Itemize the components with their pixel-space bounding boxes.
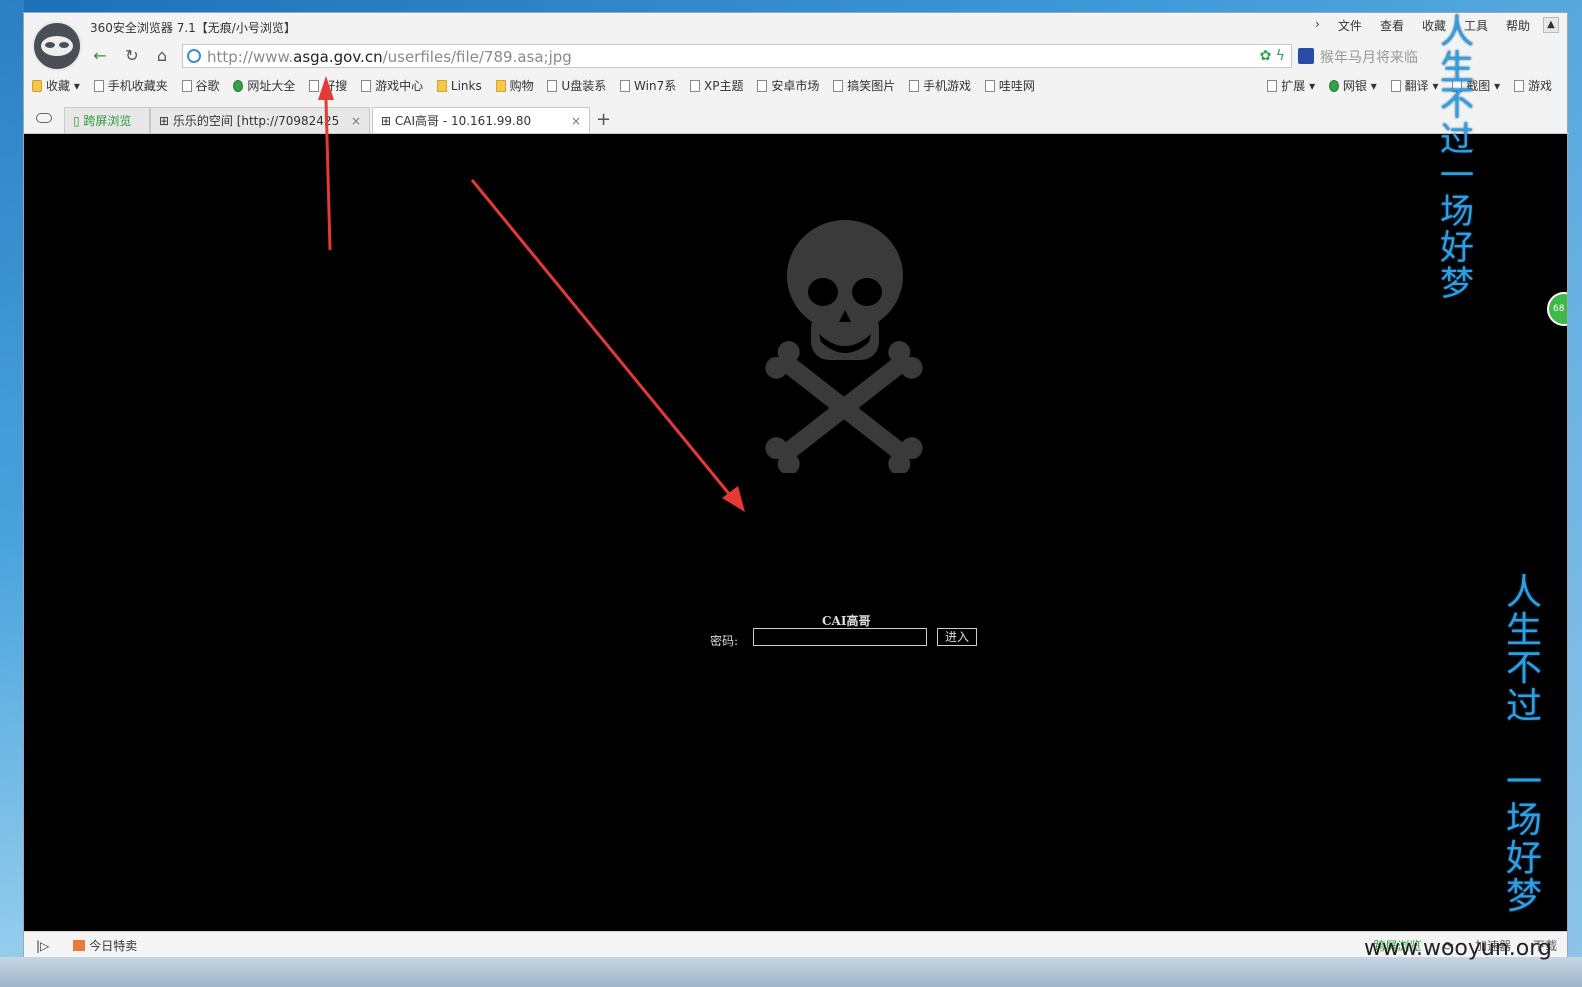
overlay-vertical-text-1: 人生不过一场好梦 — [1440, 12, 1474, 304]
close-icon[interactable]: × — [351, 108, 361, 133]
bookmark-wawa[interactable]: 哇哇网 — [984, 77, 1035, 94]
close-icon[interactable]: × — [571, 108, 581, 133]
password-label: 密码: — [710, 634, 739, 648]
menu-file[interactable]: 文件 — [1329, 17, 1371, 34]
gift-icon — [73, 940, 86, 951]
phone-icon — [93, 80, 104, 92]
chevron-right-icon[interactable]: › — [1306, 17, 1329, 34]
bookmark-haosou[interactable]: 好搜 — [309, 77, 347, 94]
cloud-icon[interactable] — [36, 113, 52, 123]
address-bar[interactable]: http://www.asga.gov.cn/userfiles/file/78… — [182, 44, 1292, 68]
bookmark-links[interactable]: Links — [436, 79, 482, 93]
browser-window: 360安全浏览器 7.1【无痕/小号浏览】 › 文件 查看 收藏 工具 帮助 ▲… — [23, 12, 1569, 957]
login-title: CAI高哥 — [822, 614, 871, 628]
daily-deals-link[interactable]: 今日特卖 — [89, 939, 137, 953]
new-tab-button[interactable]: + — [596, 107, 611, 133]
shield-icon — [1328, 80, 1339, 92]
refresh-icon[interactable]: ↻ — [120, 45, 144, 67]
url-text[interactable]: http://www.asga.gov.cn/userfiles/file/78… — [207, 48, 572, 66]
shirt-icon[interactable]: ▲ — [1543, 17, 1559, 33]
home-icon[interactable]: ⌂ — [150, 45, 174, 67]
tab-lele-space[interactable]: ⊞ 乐乐的空间 [http://70982425 × — [150, 107, 370, 133]
bookmark-favorites[interactable]: 收藏 ▾ — [32, 77, 80, 94]
bookmark-usb-install[interactable]: U盘装系 — [547, 77, 606, 94]
bookmark-game-center[interactable]: 游戏中心 — [361, 77, 423, 94]
grid-icon — [1267, 80, 1278, 92]
star-icon — [32, 80, 42, 92]
plus-icon — [233, 80, 244, 92]
translate-icon — [1390, 80, 1401, 92]
bookmark-mobile-favorites[interactable]: 手机收藏夹 — [93, 77, 168, 94]
menu-view[interactable]: 查看 — [1371, 17, 1413, 34]
page-icon — [690, 80, 701, 92]
desktop-background — [0, 0, 24, 987]
bookmark-url-directory[interactable]: 网址大全 — [233, 77, 295, 94]
folder-icon — [436, 80, 447, 92]
speed-icon[interactable]: ✿ ϟ — [1260, 48, 1285, 64]
tab-cai-gaoge[interactable]: ⊞ CAI高哥 - 10.161.99.80 × — [372, 107, 590, 133]
globe-icon — [187, 49, 201, 63]
bookmark-shopping[interactable]: 购物 — [495, 77, 534, 94]
bookmark-win7[interactable]: Win7系 — [620, 77, 676, 94]
speed-badge[interactable]: 68 — [1547, 292, 1567, 326]
games-button[interactable]: 游戏 — [1513, 77, 1552, 94]
gamepad-icon — [361, 80, 372, 92]
page-icon — [833, 80, 844, 92]
overlay-vertical-text-2: 人生不过 一场好梦 — [1505, 572, 1542, 917]
enter-button[interactable]: 进入 — [937, 628, 977, 646]
search-placeholder: 猴年马月将来临 — [1320, 50, 1418, 66]
translate-button[interactable]: 翻译 ▾ — [1390, 77, 1438, 94]
folder-icon — [495, 80, 506, 92]
page-icon — [309, 80, 320, 92]
menu-help[interactable]: 帮助 — [1497, 17, 1539, 34]
bookmark-funny-pics[interactable]: 搞笑图片 — [833, 77, 895, 94]
back-arrow-icon[interactable]: ← — [88, 45, 112, 67]
bookmark-android-market[interactable]: 安卓市场 — [757, 77, 819, 94]
navigation-bar: ← ↻ ⌂ http://www.asga.gov.cn/userfiles/f… — [86, 43, 1556, 69]
page-icon — [757, 80, 768, 92]
windows-taskbar — [0, 957, 1582, 987]
title-bar: 360安全浏览器 7.1【无痕/小号浏览】 › 文件 查看 收藏 工具 帮助 ▲ — [24, 13, 1567, 71]
bookmark-mobile-games[interactable]: 手机游戏 — [909, 77, 971, 94]
paw-icon — [1298, 48, 1314, 64]
page-icon — [547, 80, 558, 92]
bookmarks-bar: 收藏 ▾ 手机收藏夹 谷歌 网址大全 好搜 游戏中心 Links 购物 U盘装系… — [32, 77, 1562, 99]
extensions-button[interactable]: 扩展 ▾ — [1267, 77, 1315, 94]
watermark: www.wooyun.org — [1364, 936, 1552, 961]
page-icon — [181, 80, 192, 92]
page-icon — [984, 80, 995, 92]
tab-strip: ▯ 跨屏浏览 ⊞ 乐乐的空间 [http://70982425 × ⊞ CAI高哥… — [24, 105, 1569, 134]
window-title: 360安全浏览器 7.1【无痕/小号浏览】 — [90, 21, 296, 35]
menu-bar: › 文件 查看 收藏 工具 帮助 ▲ — [1306, 17, 1559, 34]
page-content: CAI高哥 密码: 进入 68 — [24, 134, 1567, 931]
online-banking-button[interactable]: 网银 ▾ — [1328, 77, 1377, 94]
tab-cross-screen[interactable]: ▯ 跨屏浏览 — [64, 107, 150, 133]
status-bar: |▷ 今日特卖 跨屏浏览 ⟳ 加速器 下载 — [24, 931, 1567, 957]
status-left: |▷ 今日特卖 — [36, 937, 137, 954]
sidebar-toggle-icon[interactable]: |▷ — [36, 939, 49, 953]
toolbar-extensions: 扩展 ▾ 网银 ▾ 翻译 ▾ 截图 ▾ 游戏 — [1267, 77, 1562, 94]
gamepad-icon — [1513, 80, 1524, 92]
skull-crossbones-icon — [765, 220, 923, 473]
bookmark-google[interactable]: 谷歌 — [181, 77, 220, 94]
page-icon — [620, 80, 631, 92]
browser-logo-icon[interactable] — [32, 21, 82, 71]
bookmark-xp-theme[interactable]: XP主题 — [690, 77, 744, 94]
password-input[interactable] — [753, 628, 927, 646]
page-icon — [909, 80, 920, 92]
